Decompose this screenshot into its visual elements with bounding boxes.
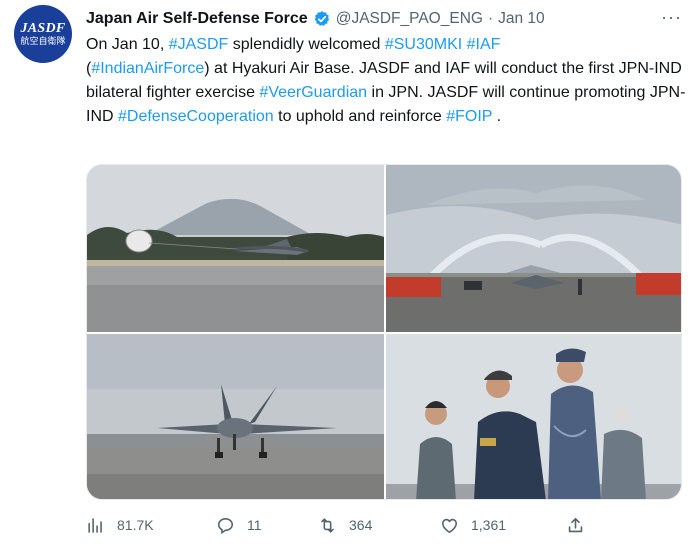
more-icon[interactable]: ··· bbox=[661, 8, 682, 26]
retweet-icon bbox=[321, 517, 334, 533]
action-bar: 81.7K 11 364 1,361 bbox=[86, 512, 626, 538]
views-button[interactable]: 81.7K bbox=[86, 512, 154, 538]
retweet-count: 364 bbox=[349, 517, 373, 533]
separator: · bbox=[487, 10, 494, 27]
hashtag-link[interactable]: #JASDF bbox=[169, 36, 229, 53]
retweet-button[interactable]: 364 bbox=[318, 512, 372, 538]
photo-water-salute[interactable] bbox=[386, 165, 681, 332]
account-name[interactable]: Japan Air Self-Defense Force bbox=[86, 10, 308, 28]
hashtag-link[interactable]: #SU30MKI bbox=[385, 36, 462, 53]
media-grid bbox=[86, 164, 682, 500]
views-icon bbox=[88, 517, 102, 533]
text-segment: splendidly welcomed bbox=[228, 36, 385, 53]
tweet-date[interactable]: Jan 10 bbox=[498, 10, 545, 28]
share-button[interactable] bbox=[566, 512, 597, 538]
account-handle[interactable]: @JASDF_PAO_ENG bbox=[336, 10, 483, 28]
reply-count: 11 bbox=[247, 517, 262, 533]
like-icon bbox=[441, 518, 458, 533]
hashtag-link[interactable]: #DefenseCooperation bbox=[118, 108, 274, 125]
views-count: 81.7K bbox=[117, 517, 154, 533]
tweet-header: Japan Air Self-Defense Force @JASDF_PAO_… bbox=[86, 8, 545, 30]
photo-officers[interactable] bbox=[386, 334, 681, 499]
text-segment: to uphold and reinforce bbox=[273, 108, 447, 125]
avatar[interactable]: JASDF 航空自衛隊 bbox=[14, 5, 72, 63]
reply-button[interactable]: 11 bbox=[216, 512, 262, 538]
reply-icon bbox=[217, 517, 234, 534]
text-segment: On Jan 10, bbox=[86, 36, 169, 53]
photo-su30mki-taxi[interactable] bbox=[87, 334, 384, 499]
share-icon bbox=[568, 517, 583, 532]
hashtag-link[interactable]: #IAF bbox=[467, 36, 501, 53]
verified-badge-icon bbox=[314, 11, 329, 26]
avatar-logo-text: JASDF bbox=[20, 20, 66, 36]
hashtag-link[interactable]: #VeerGuardian bbox=[259, 84, 367, 101]
text-segment: . bbox=[492, 108, 502, 125]
like-count: 1,361 bbox=[471, 517, 507, 533]
tweet-text: On Jan 10, #JASDF splendidly welcomed #S… bbox=[86, 33, 686, 129]
hashtag-link[interactable]: #FOIP bbox=[446, 108, 492, 125]
avatar-subtext: 航空自衛隊 bbox=[20, 36, 66, 47]
like-button[interactable]: 1,361 bbox=[440, 512, 506, 538]
hashtag-link[interactable]: #IndianAirForce bbox=[91, 60, 204, 77]
photo-landing-drag-chute[interactable] bbox=[87, 165, 384, 332]
